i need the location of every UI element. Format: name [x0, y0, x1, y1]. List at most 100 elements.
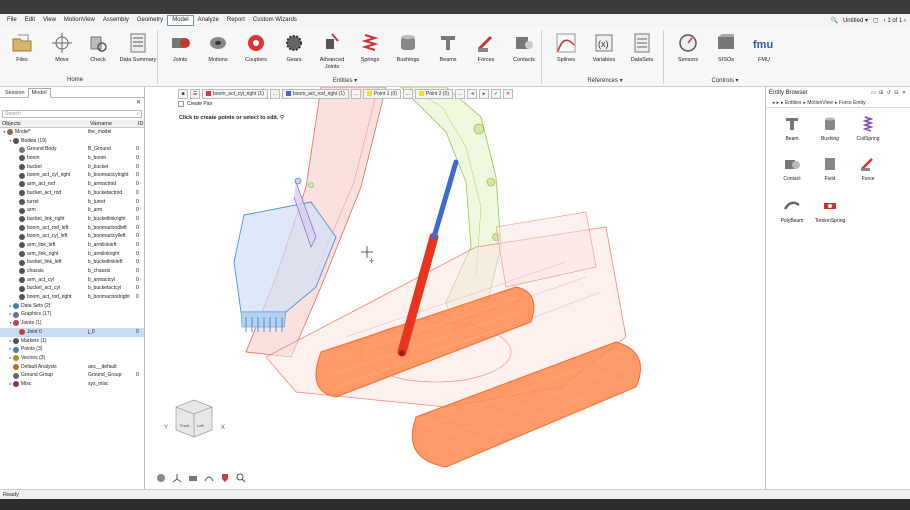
doc-selector[interactable]: Untitled ▾ — [843, 17, 868, 24]
tree-row[interactable]: Ground Group Ground_Group 0 — [0, 371, 144, 380]
close-icon[interactable]: ✕ — [136, 99, 141, 106]
forces-button[interactable]: Forces — [466, 31, 506, 64]
fit-model-icon[interactable] — [156, 473, 166, 483]
springs-button[interactable]: Springs — [350, 31, 390, 64]
list-icon[interactable]: ☰ — [190, 88, 200, 99]
more-icon[interactable]: … — [350, 88, 361, 99]
tree-row[interactable]: Joint 0 j_0 0 — [0, 327, 144, 337]
tab-model[interactable]: Model — [27, 88, 51, 98]
col-objects[interactable]: Objects — [0, 120, 88, 127]
tree-row[interactable]: bucket_act_rod b_bucketactrod 0 — [0, 189, 144, 198]
reset-icon[interactable]: ⇥ — [467, 88, 477, 99]
tree-row[interactable]: arm_link_right b_armlinkright 0 — [0, 250, 144, 259]
sisos-button[interactable]: SISOs — [706, 31, 746, 64]
window-icon[interactable]: ▢ — [873, 17, 879, 24]
entity-field[interactable]: Field — [812, 155, 848, 182]
tree-row[interactable]: chassis b_chassis 0 — [0, 267, 144, 276]
joint-point2-selector[interactable]: Point 2 (0) — [414, 88, 453, 99]
sensors-button[interactable]: Sensors — [668, 31, 708, 64]
motions-button[interactable]: Motions — [198, 31, 238, 64]
tab-session[interactable]: Session — [2, 89, 28, 97]
joint-body1-selector[interactable]: boom_act_cyl_right (1) — [202, 88, 268, 99]
menu-assembly[interactable]: Assembly — [99, 15, 133, 26]
more-icon[interactable]: … — [455, 88, 465, 99]
stop-icon[interactable]: ■ — [178, 88, 188, 99]
tree-row[interactable]: Default Analysis anc__default — [0, 363, 144, 372]
tree-row[interactable]: boom_act_cyl_left b_boomactcylleft 0 — [0, 232, 144, 241]
create-pair-checkbox[interactable] — [178, 101, 184, 107]
joints-button[interactable]: Joints — [160, 31, 200, 64]
data-summary-button[interactable]: Data Summary — [118, 31, 158, 64]
couplers-button[interactable]: Couplers — [236, 31, 276, 64]
more-icon[interactable]: … — [402, 88, 413, 99]
axes-icon[interactable] — [172, 473, 182, 483]
entity-coilspring[interactable]: CoilSpring — [850, 115, 886, 142]
menu-view[interactable]: View — [39, 15, 60, 26]
move-button[interactable]: Move — [42, 31, 82, 64]
tree-row[interactable]: arm_act_rod b_armactrod 0 — [0, 180, 144, 189]
tree-row[interactable]: boom_act_cyl_right b_boomactcylright 0 — [0, 171, 144, 180]
next-icon[interactable]: ▸ — [479, 88, 489, 99]
col-varname[interactable]: Varname — [88, 120, 136, 127]
entity-browser-tools[interactable]: ▭ ⊞ ↺ ⊟ ✕ — [871, 90, 907, 96]
check-button[interactable]: Check — [78, 31, 118, 64]
tree-row[interactable]: ▾ Bodies (19) — [0, 137, 144, 146]
menu-analyze[interactable]: Analyze — [194, 15, 223, 26]
tree-row[interactable]: ▸ Misc sys_misc — [0, 380, 144, 389]
tree-row[interactable]: bucket b_bucket 0 — [0, 163, 144, 172]
tree-row[interactable]: bucket_act_cyl b_bucketactcyl 0 — [0, 284, 144, 293]
entity-force[interactable]: Force — [850, 155, 886, 182]
search-input[interactable]: Search ⌕ — [2, 110, 142, 118]
menu-edit[interactable]: Edit — [21, 15, 39, 26]
cancel-icon[interactable]: ✕ — [503, 88, 513, 99]
tree-row[interactable]: arm b_arm 0 — [0, 206, 144, 215]
menu-file[interactable]: File — [3, 15, 21, 26]
tree-row[interactable]: ▸ Points (3) — [0, 345, 144, 354]
shield-icon[interactable] — [220, 473, 230, 483]
graphics-viewport[interactable]: ✛ Front Left Y X ■ ☰ boom_act_cyl_right (1… — [146, 87, 765, 489]
back-icon[interactable]: ◂ — [772, 100, 775, 106]
fmu-button[interactable]: fmu FMU — [744, 31, 784, 64]
breadcrumb-item[interactable]: ▸ Entities — [781, 100, 801, 106]
advanced-joints-button[interactable]: Advanced Joints — [312, 31, 352, 71]
beams-button[interactable]: Beams — [428, 31, 468, 64]
tree-row[interactable]: ▸ Data Sets (2) — [0, 302, 144, 311]
menu-report[interactable]: Report — [223, 15, 249, 26]
breadcrumb-item[interactable]: ▸ MotionView — [803, 100, 833, 106]
entity-beam[interactable]: Beam — [774, 115, 810, 142]
create-pair-option[interactable]: Create Pair — [178, 101, 212, 107]
col-id[interactable]: ID — [136, 120, 144, 127]
menu-custom-wizards[interactable]: Custom Wizards — [249, 15, 301, 26]
pan-icon[interactable] — [204, 473, 214, 483]
tree-row[interactable]: turret b_turret 0 — [0, 198, 144, 207]
menu-geometry[interactable]: Geometry — [133, 15, 167, 26]
tree-row[interactable]: bucket_link_left b_bucketlinkleft 0 — [0, 258, 144, 267]
joint-point1-selector[interactable]: Point 1 (0) — [362, 88, 401, 99]
tree-row[interactable]: ▸ Vectors (3) — [0, 354, 144, 363]
view-cube[interactable]: Front Left — [175, 399, 213, 438]
search-icon[interactable]: 🔍 — [830, 17, 837, 24]
forward-icon[interactable]: ▸ — [777, 100, 780, 106]
tree-row[interactable]: ▾ Model* the_model — [0, 128, 144, 137]
tree-row[interactable]: arm_act_cyl b_armactcyl 0 — [0, 276, 144, 285]
entity-polybeam[interactable]: PolyBeam — [774, 197, 810, 224]
more-icon[interactable]: … — [269, 88, 280, 99]
tree-row[interactable]: arm_link_left b_armlinkleft 0 — [0, 241, 144, 250]
tree-row[interactable]: ▸ Markers (1) — [0, 337, 144, 346]
menu-motionview[interactable]: MotionView — [60, 15, 99, 26]
entity-torsionspring[interactable]: TorsionSpring — [812, 197, 848, 224]
contacts-button[interactable]: Contacts — [504, 31, 544, 64]
tree-row[interactable]: boom_act_rod_right b_boomactrodright 0 — [0, 293, 144, 302]
entity-contact[interactable]: Contact — [774, 155, 810, 182]
menu-model[interactable]: Model — [167, 15, 194, 26]
tree-row[interactable]: Ground Body B_Ground 0 — [0, 145, 144, 154]
tree-row[interactable]: bucket_link_right b_bucketlinkright 0 — [0, 215, 144, 224]
apply-icon[interactable]: ✔ — [491, 88, 501, 99]
zoom-icon[interactable] — [236, 473, 246, 483]
gears-button[interactable]: Gears — [274, 31, 314, 64]
bushings-button[interactable]: Bushings — [388, 31, 428, 64]
datasets-button[interactable]: DataSets — [622, 31, 662, 64]
tree-row[interactable]: boom_act_rod_left b_boomactrodleft 0 — [0, 224, 144, 233]
variables-button[interactable]: (x) Variables — [584, 31, 624, 64]
tree-row[interactable]: boom b_boom 0 — [0, 154, 144, 163]
